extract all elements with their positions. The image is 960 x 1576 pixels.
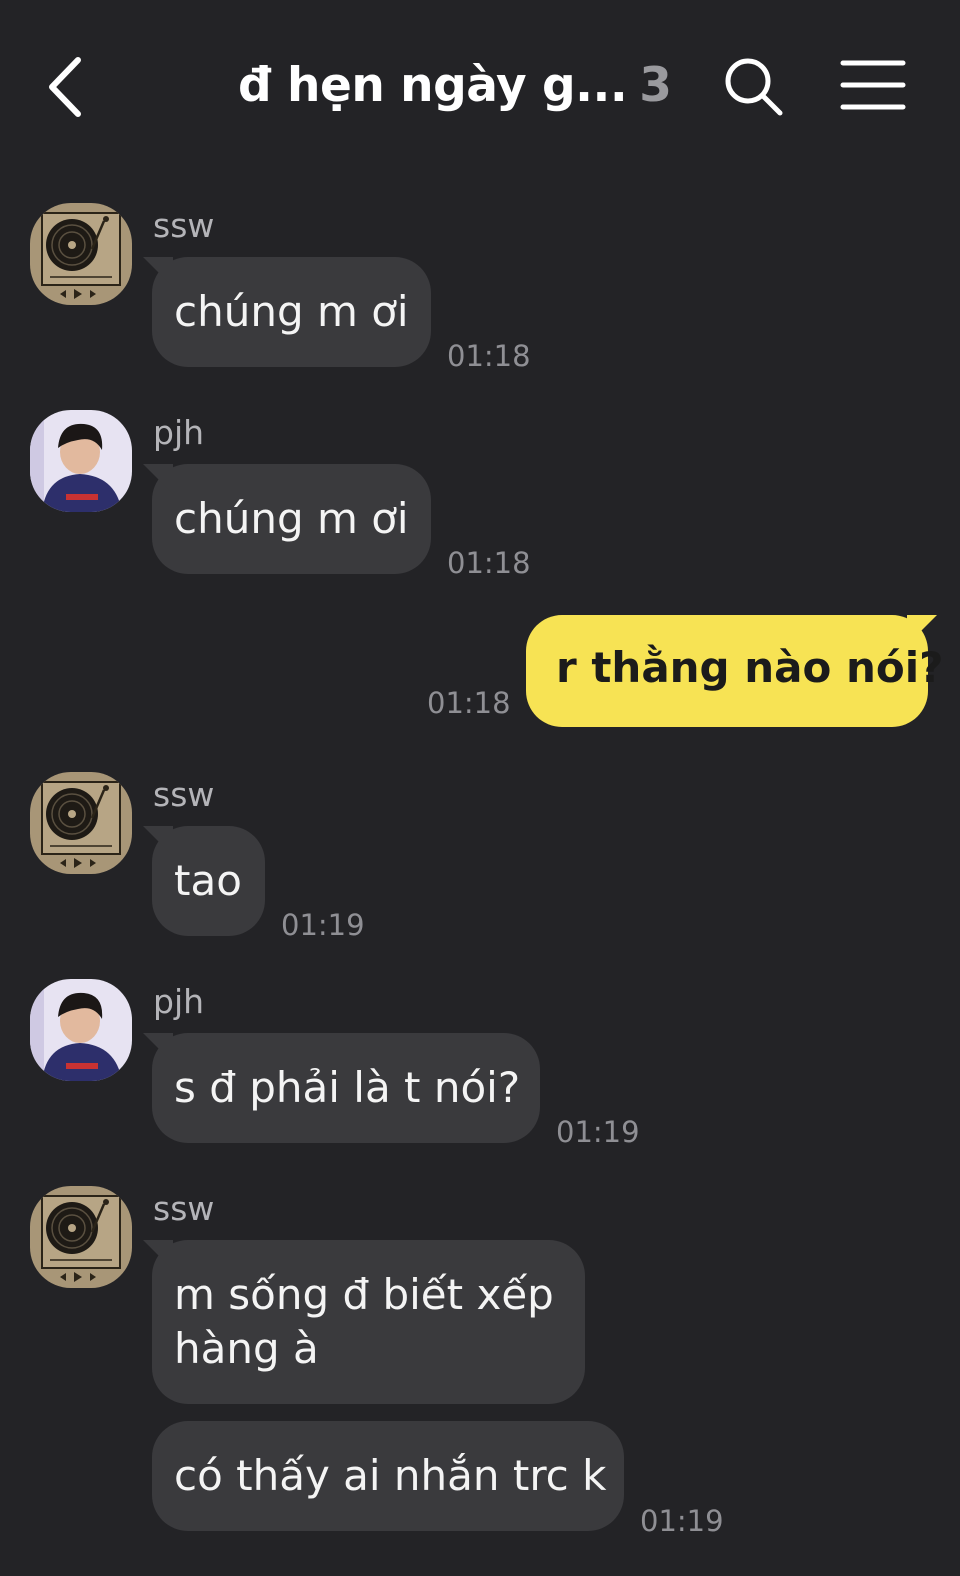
avatar-ssw[interactable] bbox=[30, 772, 132, 874]
message-time: 01:18 bbox=[447, 546, 531, 580]
chat-header: đ hẹn ngày g... 3 bbox=[0, 0, 960, 170]
back-button[interactable] bbox=[40, 52, 100, 122]
message-time: 01:18 bbox=[427, 686, 511, 720]
message-bubble[interactable]: m sống đ biết xếp hàng à bbox=[152, 1240, 585, 1404]
avatar-ssw[interactable] bbox=[30, 1186, 132, 1288]
avatar-pjh[interactable] bbox=[30, 979, 132, 1081]
member-count: 3 bbox=[639, 58, 672, 113]
sender-name: pjh bbox=[153, 413, 205, 452]
message-time: 01:18 bbox=[447, 339, 531, 373]
message-bubble[interactable]: chúng m ơi bbox=[152, 464, 431, 574]
sender-name: pjh bbox=[153, 982, 205, 1021]
hamburger-menu-icon bbox=[840, 60, 906, 110]
my-message-bubble[interactable]: r thằng nào nói? bbox=[526, 615, 943, 727]
chat-title: đ hẹn ngày g... bbox=[238, 58, 628, 113]
search-icon bbox=[725, 58, 783, 116]
message-bubble[interactable]: có thấy ai nhắn trc k bbox=[152, 1421, 624, 1531]
message-time: 01:19 bbox=[281, 908, 365, 942]
message-bubble[interactable]: chúng m ơi bbox=[152, 257, 431, 367]
avatar-pjh[interactable] bbox=[30, 410, 132, 512]
message-bubble[interactable]: tao bbox=[152, 826, 265, 936]
profile-photo-avatar-icon bbox=[30, 979, 132, 1081]
avatar-ssw[interactable] bbox=[30, 203, 132, 305]
menu-button[interactable] bbox=[840, 58, 906, 114]
profile-photo-avatar-icon bbox=[30, 410, 132, 512]
record-player-avatar-icon bbox=[30, 203, 132, 305]
sender-name: ssw bbox=[153, 1189, 215, 1228]
record-player-avatar-icon bbox=[30, 1186, 132, 1288]
chevron-left-icon bbox=[49, 57, 81, 117]
message-bubble[interactable]: s đ phải là t nói? bbox=[152, 1033, 540, 1143]
sender-name: ssw bbox=[153, 206, 215, 245]
sender-name: ssw bbox=[153, 775, 215, 814]
record-player-avatar-icon bbox=[30, 772, 132, 874]
message-time: 01:19 bbox=[640, 1504, 724, 1538]
message-time: 01:19 bbox=[556, 1115, 640, 1149]
search-button[interactable] bbox=[722, 55, 786, 119]
chat-title-group[interactable]: đ hẹn ngày g... 3 bbox=[238, 58, 672, 118]
